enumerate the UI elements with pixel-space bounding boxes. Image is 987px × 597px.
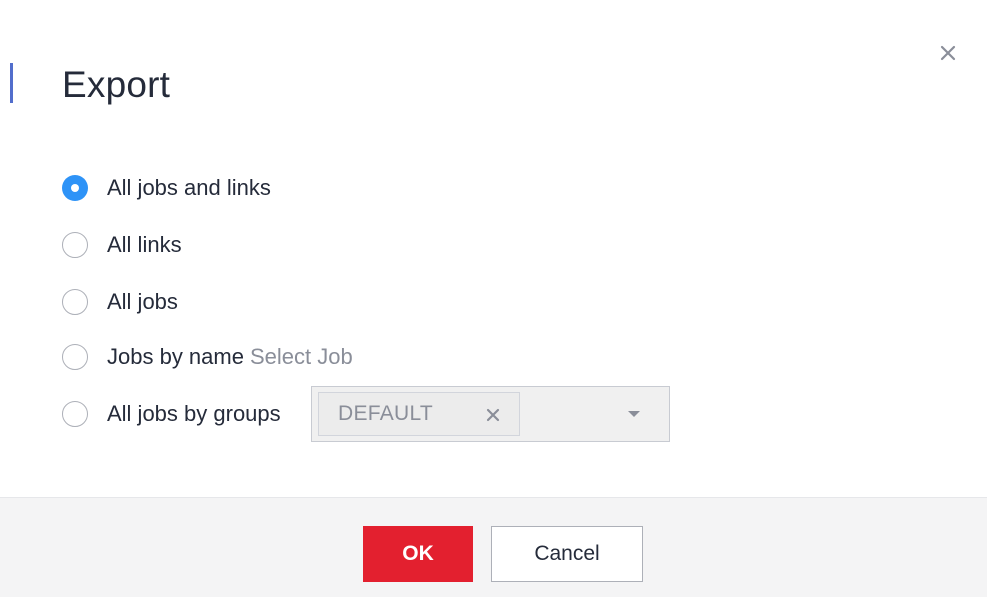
caret-down-icon[interactable] [627, 409, 641, 419]
option-label: All jobs and links [107, 175, 271, 200]
option-all-jobs-by-groups[interactable]: All jobs by groups [62, 399, 281, 429]
option-all-jobs[interactable]: All jobs [62, 287, 178, 317]
option-label: All jobs [107, 289, 178, 314]
title-accent-bar [10, 63, 13, 103]
option-label: Jobs by name [107, 344, 244, 369]
option-all-links[interactable]: All links [62, 230, 182, 260]
close-button[interactable] [935, 40, 961, 66]
tag-remove-icon[interactable] [484, 406, 502, 424]
option-label: All jobs by groups [107, 401, 281, 426]
ok-button[interactable]: OK [363, 526, 473, 582]
option-jobs-by-name[interactable]: Jobs by name Select Job [62, 342, 353, 372]
radio-jobs-by-name[interactable] [62, 344, 88, 370]
dialog-title: Export [62, 64, 171, 105]
radio-all-jobs-and-links[interactable] [62, 175, 88, 201]
tag-label: DEFAULT [338, 402, 434, 425]
radio-all-links[interactable] [62, 232, 88, 258]
option-all-jobs-and-links[interactable]: All jobs and links [62, 173, 271, 203]
radio-all-jobs-by-groups[interactable] [62, 401, 88, 427]
dialog-footer: OK Cancel [0, 497, 987, 597]
export-dialog: Export All jobs and links All links All … [0, 0, 987, 597]
option-label: All links [107, 232, 182, 257]
close-icon [940, 45, 956, 61]
cancel-button[interactable]: Cancel [491, 526, 643, 582]
selected-tag: DEFAULT [318, 392, 520, 436]
select-job-link[interactable]: Select Job [250, 344, 353, 370]
radio-all-jobs[interactable] [62, 289, 88, 315]
group-select[interactable]: DEFAULT [311, 386, 670, 442]
